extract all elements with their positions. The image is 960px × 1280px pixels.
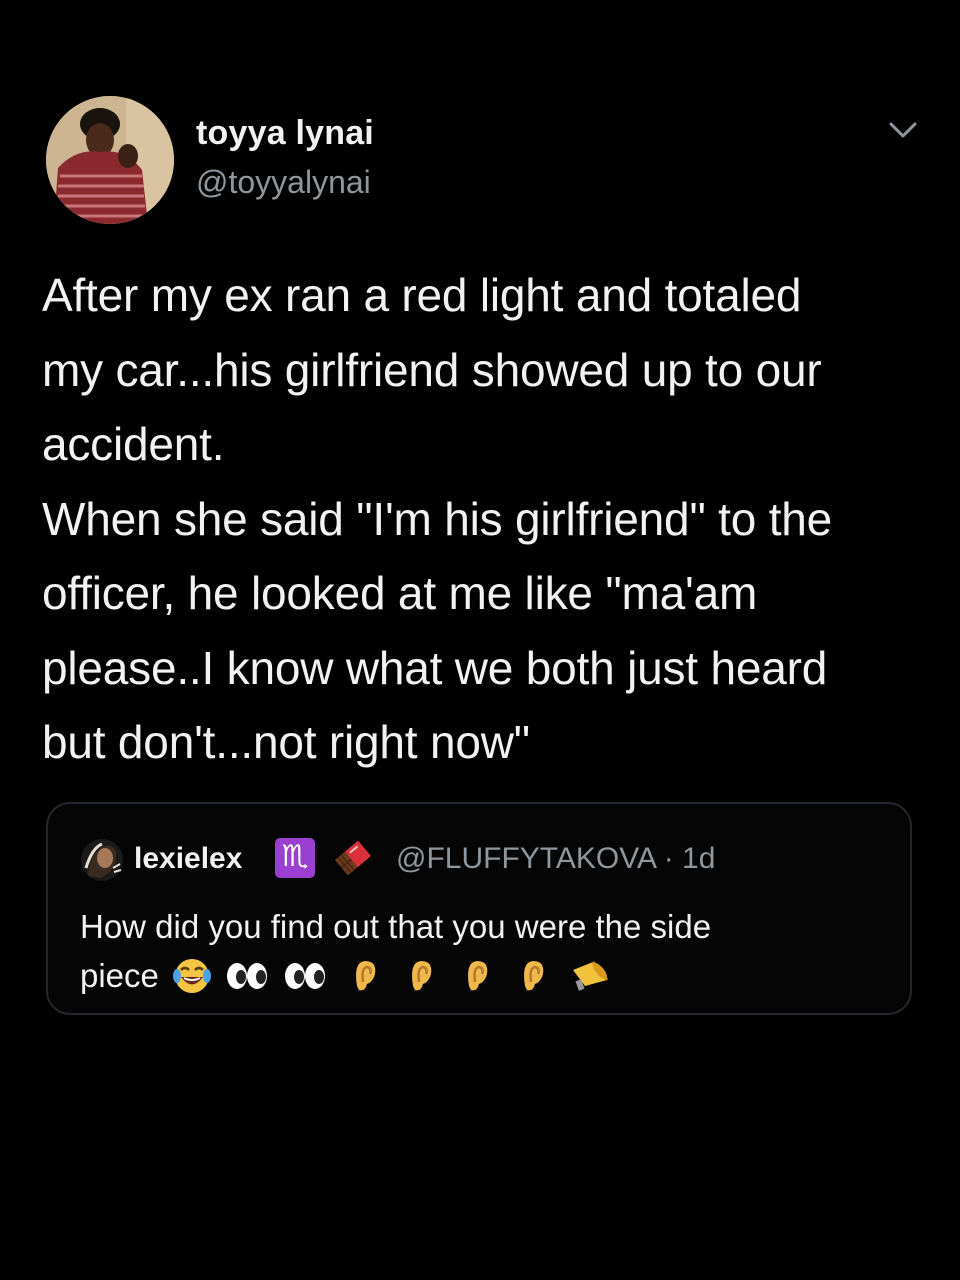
ear-icon	[343, 956, 385, 996]
scorpio-icon: ♏	[275, 838, 315, 878]
ear-icon	[511, 956, 553, 996]
eyes-icon	[223, 956, 271, 996]
quoted-tweet-card[interactable]: lexielex ♏ @FLUFFYTAKOVA · 1d How did yo…	[46, 802, 912, 1015]
author-avatar[interactable]	[46, 96, 174, 224]
quoted-text-line-2: piece	[80, 951, 880, 1000]
ear-icon	[455, 956, 497, 996]
chevron-down-icon[interactable]	[886, 118, 920, 142]
author-display-name[interactable]: toyya lynai	[196, 114, 374, 153]
quoted-tweet-text: How did you find out that you were the s…	[80, 902, 880, 1000]
author-handle[interactable]: @toyyalynai	[196, 164, 371, 201]
chocolate-bar-icon	[330, 838, 376, 878]
eyes-icon	[281, 956, 329, 996]
megaphone-icon	[567, 956, 615, 996]
tweet-text: After my ex ran a red light and totaled …	[42, 269, 833, 768]
ear-icon	[399, 956, 441, 996]
quoted-text-line-2-word: piece	[80, 957, 159, 994]
quoted-author-avatar	[80, 838, 124, 882]
tears-of-joy-icon	[171, 956, 213, 996]
quoted-text-line-1: How did you find out that you were the s…	[80, 908, 712, 945]
quoted-author-display-name: lexielex	[134, 842, 243, 875]
quoted-author-handle-time: @FLUFFYTAKOVA · 1d	[396, 842, 716, 875]
